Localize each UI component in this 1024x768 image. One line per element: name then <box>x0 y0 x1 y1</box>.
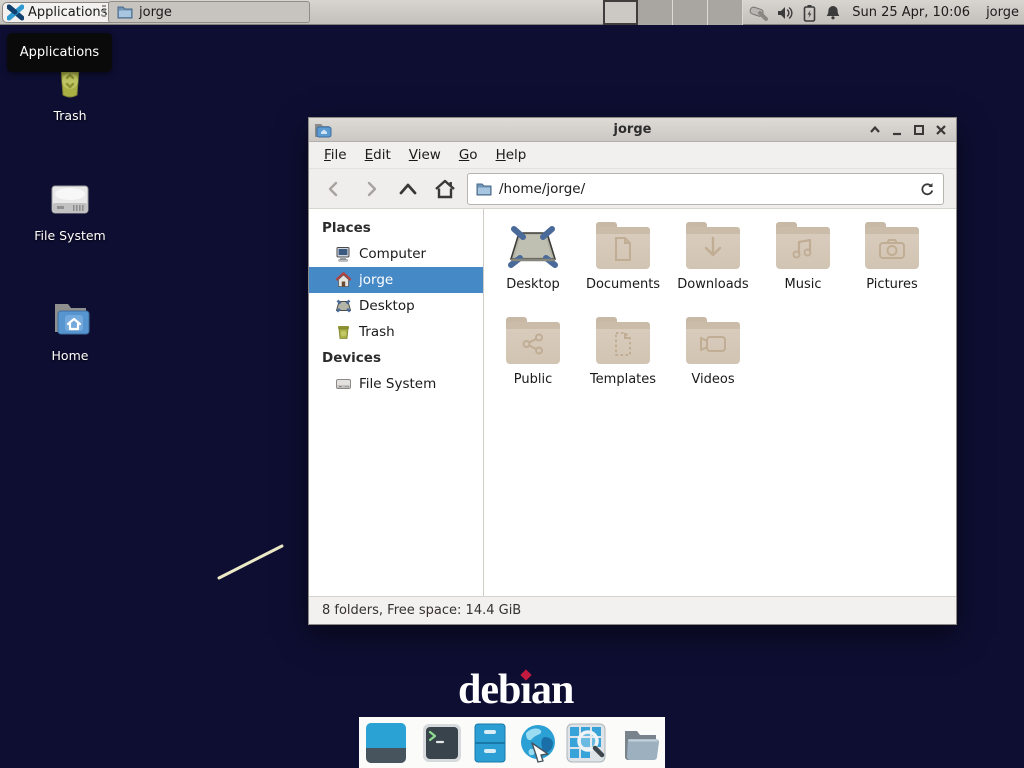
desktop-icon-home[interactable]: Home <box>22 295 118 363</box>
file-item-pictures[interactable]: Pictures <box>849 221 935 292</box>
home-icon <box>335 272 352 288</box>
file-item-public[interactable]: Public <box>490 316 576 387</box>
workspace-2[interactable] <box>638 0 673 25</box>
top-panel: Applications jorge <box>0 0 1024 25</box>
workspace-1[interactable] <box>603 0 638 25</box>
panel-username[interactable]: jorge <box>986 0 1019 25</box>
directory-menu-launcher[interactable] <box>622 723 662 763</box>
toolbar <box>309 169 956 209</box>
sidebar-item-computer[interactable]: Computer <box>309 241 483 267</box>
file-manager-launcher[interactable] <box>470 723 510 763</box>
desktop-icon-label: Trash <box>22 108 118 123</box>
trash-icon <box>335 324 352 340</box>
web-browser-globe-icon <box>518 723 558 763</box>
volume-icon[interactable] <box>777 5 794 21</box>
applications-menu-label: Applications <box>28 5 107 20</box>
applications-menu-button[interactable]: Applications <box>2 2 116 23</box>
home-button[interactable] <box>430 174 460 204</box>
back-button[interactable] <box>319 174 349 204</box>
window-titlebar[interactable]: jorge <box>309 118 956 142</box>
file-item-downloads[interactable]: Downloads <box>670 221 756 292</box>
menu-file[interactable]: File <box>315 144 356 166</box>
window-controls <box>864 118 952 142</box>
battery-charging-icon[interactable] <box>803 4 816 22</box>
sidebar: Places Computer <box>309 209 484 596</box>
forward-button[interactable] <box>356 174 386 204</box>
show-desktop-icon <box>366 723 406 763</box>
file-item-templates[interactable]: Templates <box>580 316 666 387</box>
status-bar: 8 folders, Free space: 14.4 GiB <box>309 596 956 624</box>
places-header: Places <box>309 215 483 241</box>
desktop-icon <box>335 298 352 314</box>
close-button[interactable] <box>930 119 952 141</box>
shade-button[interactable] <box>864 119 886 141</box>
up-button[interactable] <box>393 174 423 204</box>
path-folder-icon <box>476 182 492 196</box>
app-finder-launcher[interactable] <box>566 723 606 763</box>
desktop-icon-label: Home <box>22 348 118 363</box>
computer-icon <box>335 246 352 262</box>
sidebar-item-trash[interactable]: Trash <box>309 319 483 345</box>
menu-bar: File Edit View Go Help <box>309 142 956 169</box>
file-grid: Desktop Documents <box>485 209 956 596</box>
notifications-bell-icon[interactable] <box>825 4 841 21</box>
menu-help[interactable]: Help <box>487 144 536 166</box>
file-manager-window: jorge File Edit View Go Help <box>308 117 957 625</box>
stray-annotation-line <box>210 538 292 586</box>
applications-tooltip: Applications <box>7 33 112 72</box>
desktop-icon-file-system[interactable]: File System <box>22 175 118 243</box>
bottom-dock <box>359 717 665 768</box>
window-body: Places Computer <box>309 209 956 596</box>
hard-drive-icon <box>46 175 94 223</box>
terminal-icon <box>422 723 462 763</box>
workspace-4[interactable] <box>708 0 743 25</box>
file-cabinet-icon <box>470 723 510 763</box>
path-bar <box>467 173 944 205</box>
sidebar-item-desktop[interactable]: Desktop <box>309 293 483 319</box>
workspace-3[interactable] <box>673 0 708 25</box>
home-folder-icon <box>46 295 94 343</box>
app-finder-icon <box>566 723 606 763</box>
xfce-logo-icon <box>7 4 24 21</box>
desktop-icon-label: File System <box>22 228 118 243</box>
maximize-button[interactable] <box>908 119 930 141</box>
drive-icon <box>335 376 352 392</box>
sidebar-item-file-system[interactable]: File System <box>309 371 483 397</box>
path-input[interactable] <box>499 181 912 197</box>
workspace-switcher <box>603 0 743 25</box>
file-item-videos[interactable]: Videos <box>670 316 756 387</box>
file-item-music[interactable]: Music <box>760 221 846 292</box>
minimize-button[interactable] <box>886 119 908 141</box>
sidebar-item-jorge[interactable]: jorge <box>309 267 483 293</box>
window-title: jorge <box>309 122 956 137</box>
terminal-launcher[interactable] <box>422 723 462 763</box>
panel-clock[interactable]: Sun 25 Apr, 10:06 <box>852 0 970 25</box>
file-item-documents[interactable]: Documents <box>580 221 666 292</box>
stylus-icon[interactable] <box>748 4 768 22</box>
menu-edit[interactable]: Edit <box>356 144 400 166</box>
file-item-desktop[interactable]: Desktop <box>490 221 576 292</box>
directory-folder-icon <box>622 723 662 763</box>
taskbar-window-button[interactable]: jorge <box>108 1 310 23</box>
desktop-workspace-icon <box>505 221 561 273</box>
show-desktop-button[interactable] <box>366 723 406 763</box>
debian-logo: debıan <box>458 660 573 714</box>
desktop-screen: Trash File System Home <box>0 0 1024 768</box>
menu-view[interactable]: View <box>400 144 450 166</box>
devices-header: Devices <box>309 345 483 371</box>
folder-icon <box>117 5 133 19</box>
taskbar-window-label: jorge <box>139 5 172 20</box>
web-browser-launcher[interactable] <box>518 723 558 763</box>
reload-icon[interactable] <box>919 181 935 197</box>
system-tray <box>748 0 841 25</box>
menu-go[interactable]: Go <box>450 144 487 166</box>
panel-handle[interactable] <box>102 5 106 20</box>
